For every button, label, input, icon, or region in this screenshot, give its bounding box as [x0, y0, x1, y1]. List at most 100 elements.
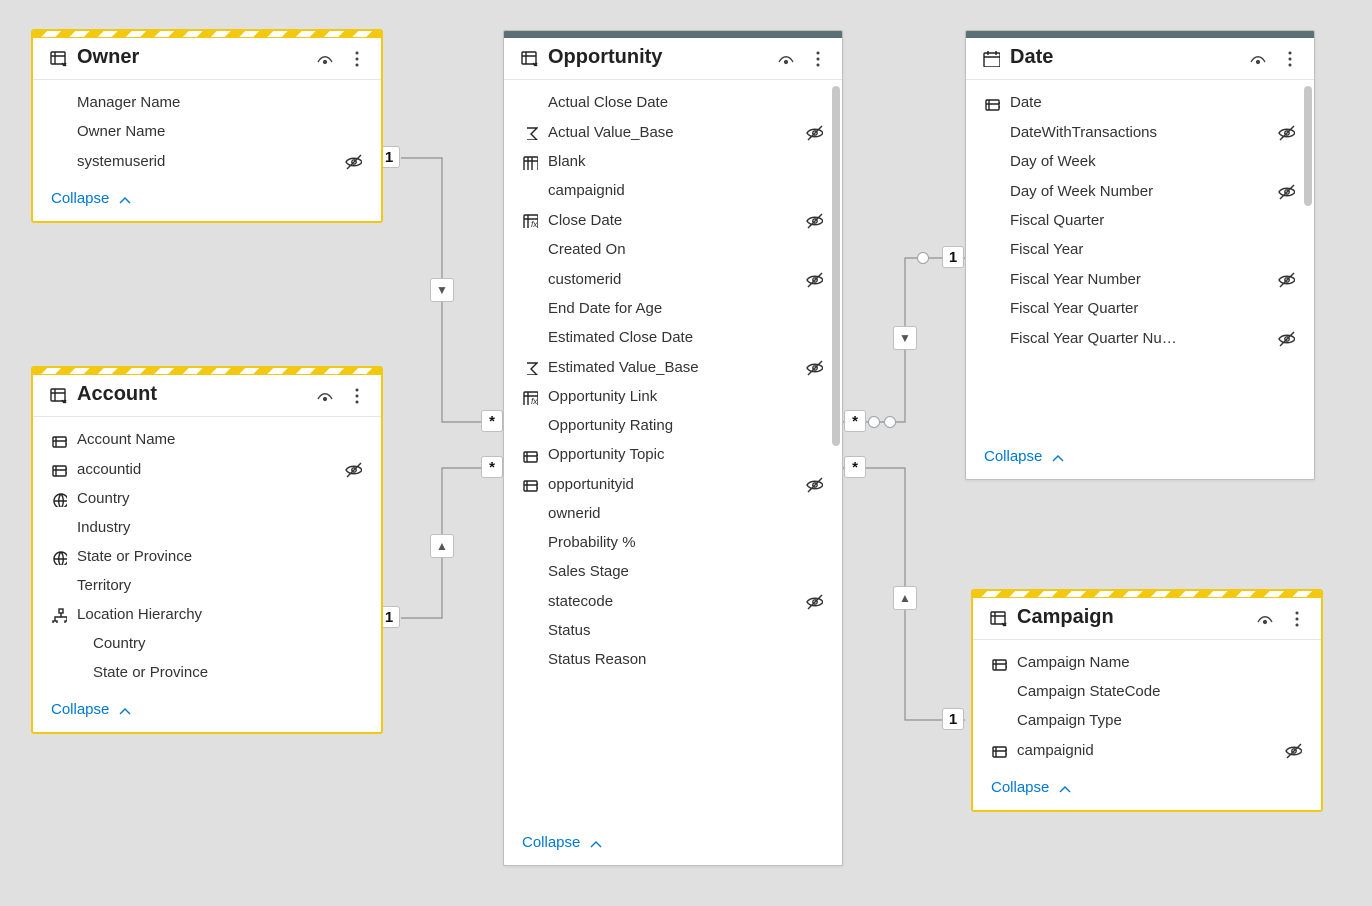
field-row[interactable]: Location Hierarchy [45, 600, 369, 629]
table-title: Owner [77, 46, 305, 69]
field-row[interactable]: Fiscal Year Number [978, 264, 1302, 294]
key-icon [49, 432, 69, 448]
field-row[interactable]: opportunityid [516, 469, 830, 499]
collapse-button-date[interactable]: Collapse [966, 438, 1314, 479]
card-header-date[interactable]: Date [966, 38, 1314, 80]
field-row[interactable]: Sales Stage [516, 557, 830, 586]
hidden-indicator-icon[interactable] [802, 475, 826, 493]
card-header-campaign[interactable]: Campaign [973, 598, 1321, 640]
hidden-indicator-icon[interactable] [341, 152, 365, 170]
filter-direction-account-opp[interactable]: ▲ [430, 534, 454, 558]
hidden-indicator-icon[interactable] [802, 270, 826, 288]
field-row[interactable]: State or Province [45, 542, 369, 571]
hidden-indicator-icon[interactable] [341, 460, 365, 478]
filter-direction-opp-date[interactable]: ▼ [893, 326, 917, 350]
field-row[interactable]: Blank [516, 147, 830, 176]
field-row[interactable]: Campaign StateCode [985, 677, 1309, 706]
field-row[interactable]: ownerid [516, 499, 830, 528]
field-name: Campaign Name [1017, 654, 1273, 671]
model-canvas[interactable]: 1 ▼ * 1 ▲ * * ▼ 1 * ▲ 1 Owner Manager Na… [0, 0, 1372, 906]
field-row[interactable]: Country [45, 629, 369, 658]
field-row[interactable]: Opportunity Link [516, 382, 830, 411]
field-row[interactable]: Estimated Value_Base [516, 352, 830, 382]
field-row[interactable]: Territory [45, 571, 369, 600]
field-row[interactable]: State or Province [45, 658, 369, 687]
hidden-indicator-icon[interactable] [1274, 182, 1298, 200]
field-row[interactable]: statecode [516, 586, 830, 616]
more-options-icon[interactable] [1287, 609, 1305, 627]
field-row[interactable]: accountid [45, 454, 369, 484]
more-options-icon[interactable] [347, 386, 365, 404]
field-row[interactable]: DateWithTransactions [978, 117, 1302, 147]
filter-direction-owner-opp[interactable]: ▼ [430, 278, 454, 302]
field-row[interactable]: Status [516, 616, 830, 645]
hidden-indicator-icon[interactable] [1274, 270, 1298, 288]
visibility-icon[interactable] [776, 49, 794, 67]
field-row[interactable]: Industry [45, 513, 369, 542]
table-card-campaign[interactable]: Campaign Campaign Name Campaign StateCode… [972, 590, 1322, 811]
more-options-icon[interactable] [347, 49, 365, 67]
visibility-icon[interactable] [1248, 49, 1266, 67]
collapse-button-account[interactable]: Collapse [33, 691, 381, 732]
field-row[interactable]: Opportunity Rating [516, 411, 830, 440]
card-header-account[interactable]: Account [33, 375, 381, 417]
collapse-label: Collapse [51, 190, 109, 207]
collapse-button-owner[interactable]: Collapse [33, 180, 381, 221]
visibility-icon[interactable] [315, 49, 333, 67]
field-row[interactable]: Actual Close Date [516, 88, 830, 117]
hidden-indicator-icon[interactable] [802, 358, 826, 376]
hidden-indicator-icon[interactable] [802, 211, 826, 229]
field-row[interactable]: Country [45, 484, 369, 513]
cardinality-opp-from-account: * [481, 456, 503, 478]
field-row[interactable]: campaignid [985, 735, 1309, 765]
scrollbar-thumb[interactable] [1304, 86, 1312, 206]
field-row[interactable]: Probability % [516, 528, 830, 557]
field-row[interactable]: Date [978, 88, 1302, 117]
hidden-indicator-icon[interactable] [1274, 123, 1298, 141]
field-row[interactable]: Opportunity Topic [516, 440, 830, 469]
field-row[interactable]: Fiscal Year Quarter [978, 294, 1302, 323]
field-row[interactable]: Estimated Close Date [516, 323, 830, 352]
field-row[interactable]: End Date for Age [516, 294, 830, 323]
field-row[interactable]: Day of Week [978, 147, 1302, 176]
hidden-indicator-icon[interactable] [802, 592, 826, 610]
cardinality-opp-from-owner: * [481, 410, 503, 432]
field-row[interactable]: Owner Name [45, 117, 369, 146]
table-card-date[interactable]: Date DateDateWithTransactionsDay of Week… [965, 30, 1315, 480]
more-options-icon[interactable] [1280, 49, 1298, 67]
field-row[interactable]: Fiscal Year Quarter Nu… [978, 323, 1302, 353]
table-card-owner[interactable]: Owner Manager NameOwner Namesystemuserid… [32, 30, 382, 222]
field-row[interactable]: Fiscal Quarter [978, 206, 1302, 235]
card-header-opportunity[interactable]: Opportunity [504, 38, 842, 80]
filter-direction-opp-campaign[interactable]: ▲ [893, 586, 917, 610]
hidden-indicator-icon[interactable] [1281, 741, 1305, 759]
card-header-owner[interactable]: Owner [33, 38, 381, 80]
hidden-indicator-icon[interactable] [802, 123, 826, 141]
field-row[interactable]: Campaign Name [985, 648, 1309, 677]
collapse-button-campaign[interactable]: Collapse [973, 769, 1321, 810]
visibility-icon[interactable] [315, 386, 333, 404]
scrollbar-thumb[interactable] [832, 86, 840, 446]
field-row[interactable]: Day of Week Number [978, 176, 1302, 206]
field-row[interactable]: Created On [516, 235, 830, 264]
table-title: Campaign [1017, 606, 1245, 629]
field-name: ownerid [548, 505, 794, 522]
field-row[interactable]: Account Name [45, 425, 369, 454]
table-card-opportunity[interactable]: Opportunity Actual Close DateActual Valu… [503, 30, 843, 866]
field-row[interactable]: Fiscal Year [978, 235, 1302, 264]
field-row[interactable]: customerid [516, 264, 830, 294]
field-row[interactable]: campaignid [516, 176, 830, 205]
field-row[interactable]: Status Reason [516, 645, 830, 674]
key-icon [520, 447, 540, 463]
more-options-icon[interactable] [808, 49, 826, 67]
field-row[interactable]: systemuserid [45, 146, 369, 176]
field-row[interactable]: Actual Value_Base [516, 117, 830, 147]
hidden-indicator-icon[interactable] [1274, 329, 1298, 347]
field-row[interactable]: Manager Name [45, 88, 369, 117]
table-title: Date [1010, 46, 1238, 69]
field-row[interactable]: Close Date [516, 205, 830, 235]
collapse-button-opportunity[interactable]: Collapse [504, 824, 842, 865]
table-card-account[interactable]: Account Account NameaccountidCountryIndu… [32, 367, 382, 733]
visibility-icon[interactable] [1255, 609, 1273, 627]
field-row[interactable]: Campaign Type [985, 706, 1309, 735]
